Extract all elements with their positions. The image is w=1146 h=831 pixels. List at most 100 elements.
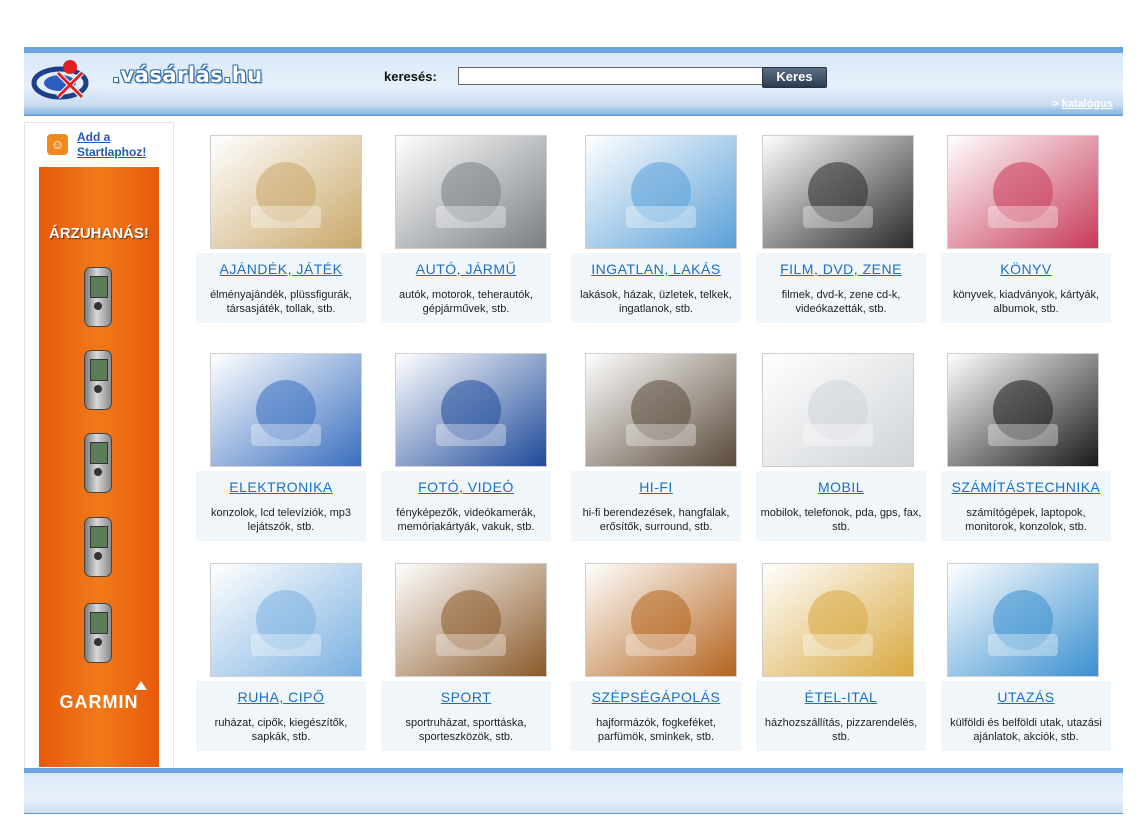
gps-device-icon xyxy=(84,603,112,663)
category-description: házhozszállítás, pizzarendelés, stb. xyxy=(764,717,918,743)
category-description: lakások, házak, üzletek, telkek, ingatla… xyxy=(580,289,732,315)
category-card: HI-FI hi-fi berendezések, hangfalak, erős… xyxy=(571,471,741,541)
category-tile[interactable]: AUTÓ, JÁRMŰ autók, motorok, teherautók, g… xyxy=(375,127,553,332)
startlap-label[interactable]: Add a Startlaphoz! xyxy=(77,130,167,160)
food-icon[interactable] xyxy=(762,563,914,677)
category-tile[interactable]: FILM, DVD, ZENE filmek, dvd-k, zene cd-k,… xyxy=(750,127,928,332)
car-icon[interactable] xyxy=(395,135,547,249)
category-card: MOBIL mobilok, telefonok, pda, gps, fax, … xyxy=(756,471,926,541)
gift-icon[interactable] xyxy=(210,135,362,249)
computer-icon[interactable] xyxy=(947,353,1099,467)
garmin-ad-banner[interactable]: ÁRZUHANÁS! GARMIN xyxy=(39,167,159,767)
category-tile[interactable]: FOTÓ, VIDEÓ fényképezők, videókamerák, me… xyxy=(375,345,553,550)
ball-icon[interactable] xyxy=(395,563,547,677)
category-tile[interactable]: RUHA, CIPŐ ruházat, cipők, kiegészítők, s… xyxy=(190,555,368,760)
category-card: UTAZÁS külföldi és belföldi utak, utazási… xyxy=(941,681,1111,751)
category-tile[interactable]: INGATLAN, LAKÁS lakások, házak, üzletek, … xyxy=(565,127,743,332)
category-tile[interactable]: ELEKTRONIKA konzolok, lcd televíziók, mp3… xyxy=(190,345,368,550)
category-card: FOTÓ, VIDEÓ fényképezők, videókamerák, me… xyxy=(381,471,551,541)
category-title-link[interactable]: FILM, DVD, ZENE xyxy=(756,261,926,277)
category-title-link[interactable]: HI-FI xyxy=(571,479,741,495)
catalog-link[interactable]: katalógus xyxy=(1062,98,1113,110)
gps-device-icon xyxy=(84,267,112,327)
category-title-link[interactable]: KÖNYV xyxy=(941,261,1111,277)
category-title-link[interactable]: SPORT xyxy=(381,689,551,705)
gps-device-icon xyxy=(84,350,112,410)
phone-icon[interactable] xyxy=(762,353,914,467)
category-description: ruházat, cipők, kiegészítők, sapkák, stb… xyxy=(214,717,348,743)
beach-icon[interactable] xyxy=(947,563,1099,677)
book-icon[interactable] xyxy=(947,135,1099,249)
startlap-line2: Startlaphoz! xyxy=(77,145,147,159)
category-card: KÖNYV könyvek, kiadványok, kártyák, album… xyxy=(941,253,1111,323)
perfume-icon[interactable] xyxy=(585,563,737,677)
gps-device-icon xyxy=(84,433,112,493)
site-header: .vásárlás.hu keresés: Keres > katalógus xyxy=(24,47,1123,116)
startlap-icon: ☺ xyxy=(47,134,68,155)
left-sidebar: ☺ Add a Startlaphoz! ÁRZUHANÁS! GARMIN xyxy=(24,122,174,770)
category-tile[interactable]: UTAZÁS külföldi és belföldi utak, utazási… xyxy=(935,555,1113,760)
camera-icon[interactable] xyxy=(395,353,547,467)
disc-icon[interactable] xyxy=(762,135,914,249)
gamepad-icon[interactable] xyxy=(210,353,362,467)
category-description: hi-fi berendezések, hangfalak, erősítők,… xyxy=(582,507,730,533)
category-tile[interactable]: SZÁMÍTÁSTECHNIKA számítógépek, laptopok, … xyxy=(935,345,1113,550)
category-description: mobilok, telefonok, pda, gps, fax, stb. xyxy=(760,507,922,533)
speaker-icon[interactable] xyxy=(585,353,737,467)
catalog-arrow-icon: > xyxy=(1052,98,1059,110)
category-description: konzolok, lcd televíziók, mp3 lejátszók,… xyxy=(210,507,351,533)
category-description: hajformázók, fogkeféket, parfümök, smink… xyxy=(596,717,716,743)
search-button[interactable]: Keres xyxy=(762,67,827,88)
brand-name[interactable]: .vásárlás.hu xyxy=(112,63,263,87)
category-title-link[interactable]: SZÉPSÉGÁPOLÁS xyxy=(571,689,741,705)
search-input[interactable] xyxy=(458,67,764,85)
category-tile[interactable]: ÉTEL-ITAL házhozszállítás, pizzarendelés,… xyxy=(750,555,928,760)
category-card: ÉTEL-ITAL házhozszállítás, pizzarendelés,… xyxy=(756,681,926,751)
category-grid: AJÁNDÉK, JÁTÉK élményajándék, plüssfigurá… xyxy=(190,127,1120,767)
category-description: fényképezők, videókamerák, memóriakártyá… xyxy=(396,507,536,533)
category-title-link[interactable]: FOTÓ, VIDEÓ xyxy=(381,479,551,495)
ad-brand: GARMIN xyxy=(59,692,139,712)
add-startlap-link[interactable]: ☺ Add a Startlaphoz! xyxy=(45,129,165,161)
garmin-triangle-icon xyxy=(135,681,147,690)
ad-title: ÁRZUHANÁS! xyxy=(49,225,149,242)
category-description: számítógépek, laptopok, monitorok, konzo… xyxy=(965,507,1087,533)
house-icon[interactable] xyxy=(585,135,737,249)
gps-device-icon xyxy=(84,517,112,577)
category-tile[interactable]: KÖNYV könyvek, kiadványok, kártyák, album… xyxy=(935,127,1113,332)
category-title-link[interactable]: AJÁNDÉK, JÁTÉK xyxy=(196,261,366,277)
category-card: SZÁMÍTÁSTECHNIKA számítógépek, laptopok, … xyxy=(941,471,1111,541)
category-title-link[interactable]: MOBIL xyxy=(756,479,926,495)
category-title-link[interactable]: SZÁMÍTÁSTECHNIKA xyxy=(941,479,1111,495)
category-card: SPORT sportruházat, sporttáska, sporteszk… xyxy=(381,681,551,751)
startlap-line1: Add a xyxy=(77,130,111,144)
category-title-link[interactable]: AUTÓ, JÁRMŰ xyxy=(381,261,551,277)
category-description: autók, motorok, teherautók, gépjárművek,… xyxy=(399,289,533,315)
logo-icon[interactable] xyxy=(30,55,102,103)
category-title-link[interactable]: INGATLAN, LAKÁS xyxy=(571,261,741,277)
category-description: külföldi és belföldi utak, utazási ajánl… xyxy=(950,717,1102,743)
site-footer xyxy=(24,768,1123,814)
category-card: FILM, DVD, ZENE filmek, dvd-k, zene cd-k,… xyxy=(756,253,926,323)
category-description: könyvek, kiadványok, kártyák, albumok, s… xyxy=(952,289,1100,315)
catalog-link-container: > katalógus xyxy=(1052,98,1113,110)
category-description: sportruházat, sporttáska, sporteszközök,… xyxy=(405,717,527,743)
category-title-link[interactable]: RUHA, CIPŐ xyxy=(196,689,366,705)
category-tile[interactable]: SZÉPSÉGÁPOLÁS hajformázók, fogkeféket, pa… xyxy=(565,555,743,760)
category-card: SZÉPSÉGÁPOLÁS hajformázók, fogkeféket, pa… xyxy=(571,681,741,751)
category-tile[interactable]: AJÁNDÉK, JÁTÉK élményajándék, plüssfigurá… xyxy=(190,127,368,332)
category-title-link[interactable]: UTAZÁS xyxy=(941,689,1111,705)
category-tile[interactable]: SPORT sportruházat, sporttáska, sporteszk… xyxy=(375,555,553,760)
category-tile[interactable]: HI-FI hi-fi berendezések, hangfalak, erős… xyxy=(565,345,743,550)
shirt-icon[interactable] xyxy=(210,563,362,677)
search-label: keresés: xyxy=(384,69,437,84)
category-description: élményajándék, plüssfigurák, társasjáték… xyxy=(210,289,352,315)
category-card: AUTÓ, JÁRMŰ autók, motorok, teherautók, g… xyxy=(381,253,551,323)
category-card: RUHA, CIPŐ ruházat, cipők, kiegészítők, s… xyxy=(196,681,366,751)
category-title-link[interactable]: ÉTEL-ITAL xyxy=(756,689,926,705)
category-description: filmek, dvd-k, zene cd-k, videókazetták,… xyxy=(781,289,901,315)
category-tile[interactable]: MOBIL mobilok, telefonok, pda, gps, fax, … xyxy=(750,345,928,550)
category-title-link[interactable]: ELEKTRONIKA xyxy=(196,479,366,495)
category-card: AJÁNDÉK, JÁTÉK élményajándék, plüssfigurá… xyxy=(196,253,366,323)
category-card: ELEKTRONIKA konzolok, lcd televíziók, mp3… xyxy=(196,471,366,541)
